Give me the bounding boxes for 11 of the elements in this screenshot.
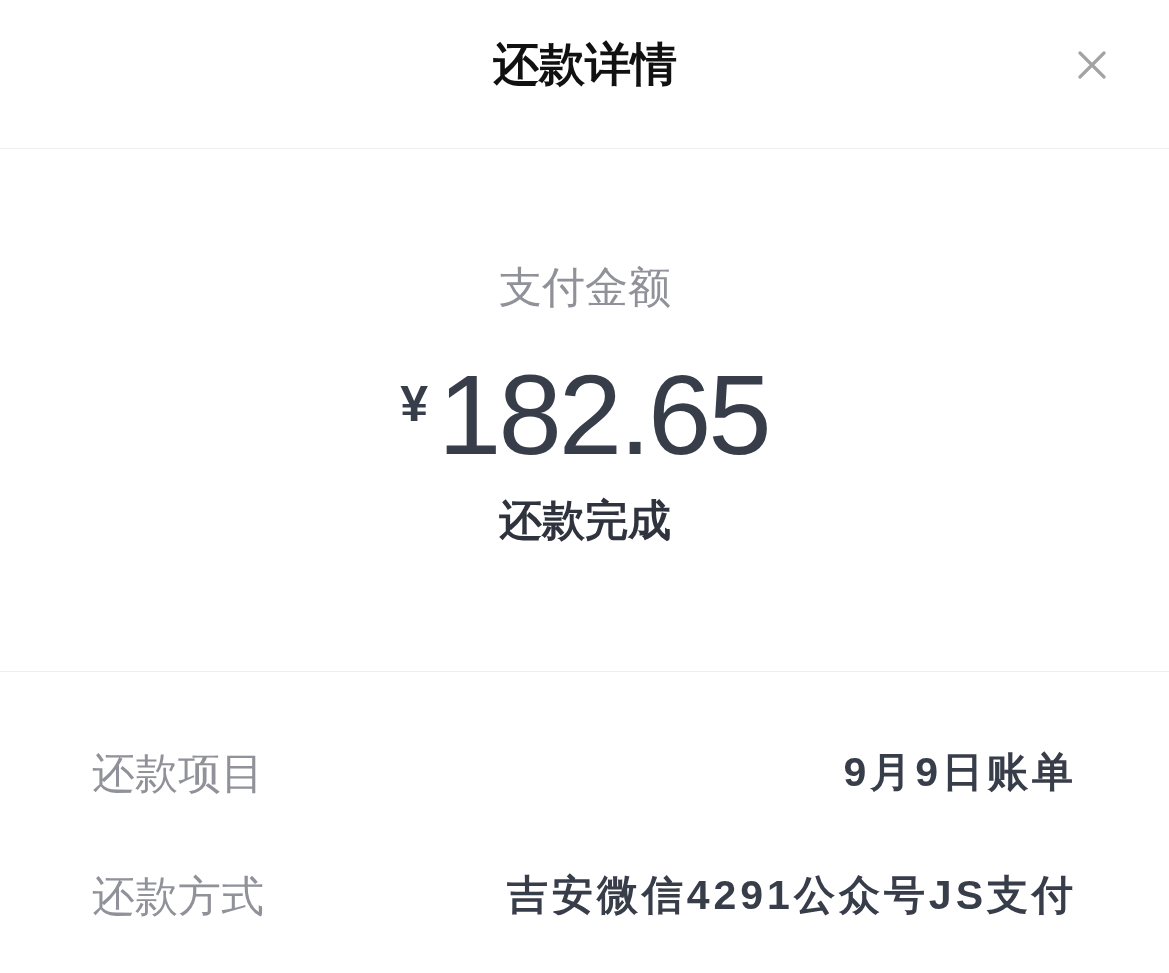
close-button[interactable] [1077, 49, 1107, 80]
payment-status: 还款完成 [498, 495, 671, 546]
close-icon [1078, 50, 1106, 79]
detail-label: 还款方式 [92, 870, 264, 922]
detail-label: 还款项目 [92, 747, 264, 799]
detail-value: 9月9日账单 [843, 748, 1077, 798]
currency-symbol: ¥ [400, 379, 429, 429]
page-title: 还款详情 [492, 36, 677, 92]
amount-label: 支付金额 [498, 262, 671, 313]
payment-amount: 182.65 [438, 365, 769, 465]
detail-value: 吉安微信4291公众号JS支付 [506, 871, 1077, 921]
